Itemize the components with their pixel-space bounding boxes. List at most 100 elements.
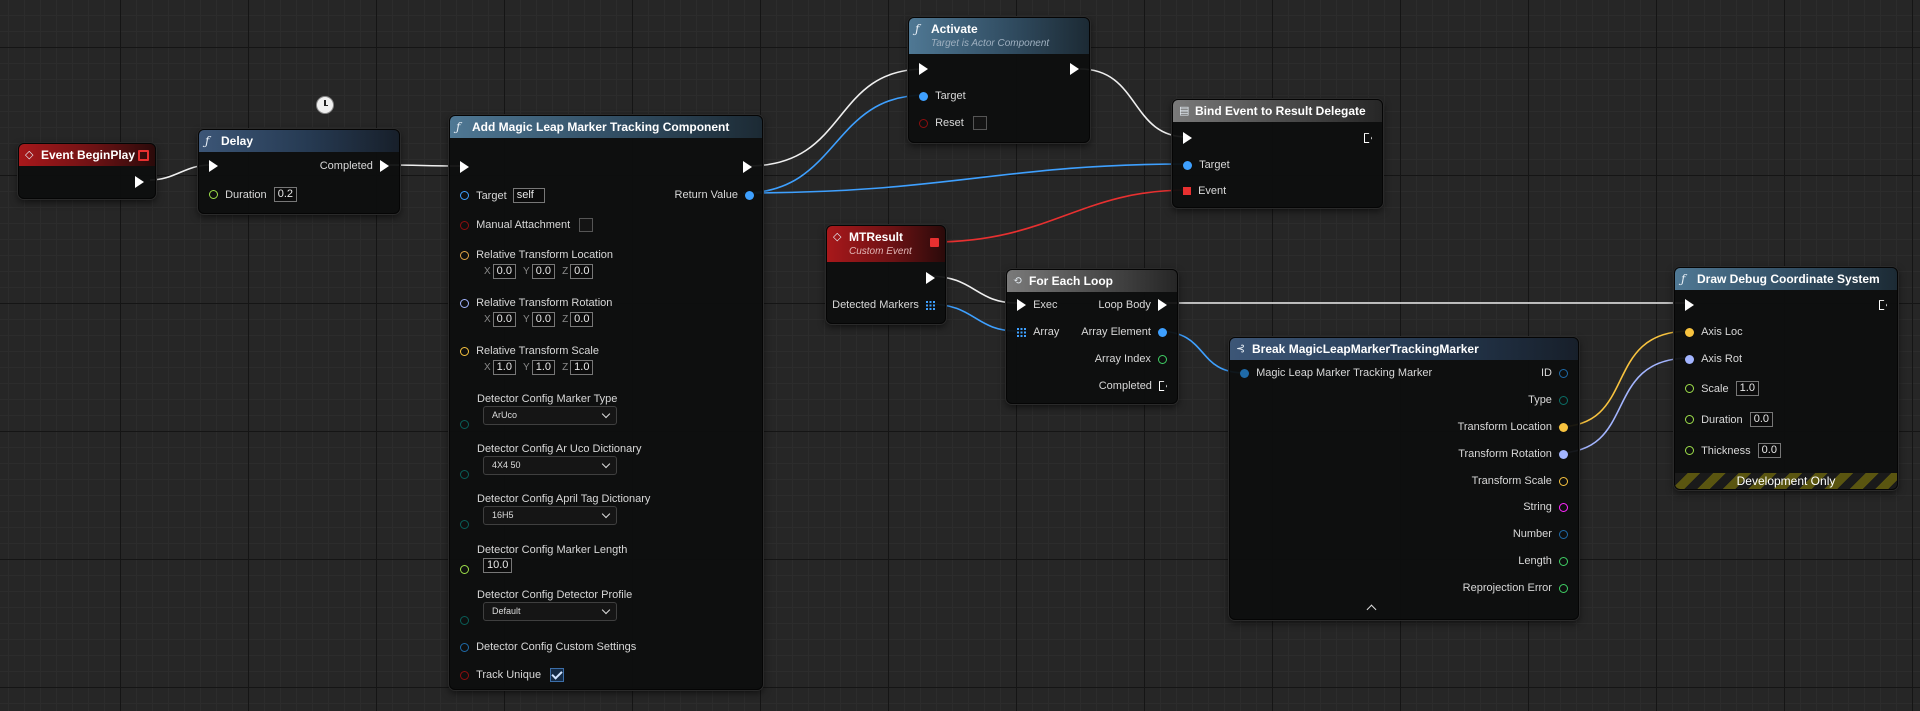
draw-scale-pin[interactable]: Scale 1.0 bbox=[1685, 381, 1759, 396]
delegate-pin-icon[interactable] bbox=[138, 150, 149, 161]
delay-duration-field[interactable]: 0.2 bbox=[273, 187, 297, 202]
break-marker-node[interactable]: ⊰ Break MagicLeapMarkerTrackingMarker Ma… bbox=[1229, 337, 1579, 620]
draw-debug-node[interactable]: ƒ Draw Debug Coordinate System Axis Loc … bbox=[1674, 267, 1898, 490]
return-value-pin[interactable]: Return Value bbox=[675, 188, 754, 202]
break-input-pin[interactable]: Magic Leap Marker Tracking Marker bbox=[1240, 366, 1432, 380]
collapse-chevron-icon[interactable] bbox=[1366, 604, 1377, 615]
rel-scale-pin-row[interactable]: Relative Transform Scale bbox=[460, 344, 599, 358]
loop-body-pin[interactable]: Loop Body bbox=[1098, 298, 1167, 312]
foreach-exec-in[interactable]: Exec bbox=[1017, 298, 1058, 312]
for-each-header[interactable]: ⟲ For Each Loop bbox=[1007, 270, 1177, 292]
activate-exec-out[interactable] bbox=[1070, 62, 1079, 76]
break-number-pin[interactable]: Number bbox=[1513, 527, 1568, 541]
delay-completed-pin[interactable]: Completed bbox=[320, 159, 389, 173]
mtresult-exec-out[interactable] bbox=[926, 271, 935, 285]
delegate-pin-icon[interactable] bbox=[930, 238, 939, 247]
axis-loc-pin[interactable]: Axis Loc bbox=[1685, 325, 1743, 339]
april-dict-dropdown[interactable]: 16H5 bbox=[483, 506, 617, 525]
bind-exec-in[interactable] bbox=[1183, 131, 1192, 145]
scale-y-field[interactable]: 1.0 bbox=[531, 360, 555, 375]
add-marker-tracking-node[interactable]: ƒ Add Magic Leap Marker Tracking Compone… bbox=[449, 115, 763, 690]
foreach-completed-label: Completed bbox=[1098, 380, 1152, 393]
scale-z-field[interactable]: 1.0 bbox=[570, 360, 594, 375]
bind-exec-out[interactable] bbox=[1364, 131, 1372, 145]
activate-header[interactable]: ƒ Activate Target is Actor Component bbox=[909, 18, 1089, 54]
bind-event-header[interactable]: ▤ Bind Event to Result Delegate bbox=[1173, 100, 1382, 122]
activate-reset-pin[interactable]: Reset bbox=[919, 116, 987, 131]
delay-exec-in[interactable] bbox=[209, 159, 218, 173]
wire-return-activate-target bbox=[742, 94, 926, 194]
delay-header[interactable]: ƒ Delay bbox=[199, 130, 399, 152]
x-label: X bbox=[484, 265, 491, 277]
break-reprojection-pin[interactable]: Reprojection Error bbox=[1463, 581, 1568, 595]
add-exec-out[interactable] bbox=[743, 160, 752, 174]
mtresult-header[interactable]: ◇ MTResult Custom Event bbox=[827, 226, 945, 262]
detected-markers-pin[interactable]: Detected Markers bbox=[832, 298, 935, 312]
add-component-header[interactable]: ƒ Add Magic Leap Marker Tracking Compone… bbox=[450, 116, 762, 138]
draw-exec-in[interactable] bbox=[1685, 298, 1694, 312]
marker-length-field[interactable]: 10.0 bbox=[483, 558, 513, 573]
exec-out-pin[interactable] bbox=[135, 175, 144, 189]
rel-rot-pin-row[interactable]: Relative Transform Rotation bbox=[460, 296, 612, 310]
break-location-pin[interactable]: Transform Location bbox=[1458, 420, 1568, 434]
break-string-pin[interactable]: String bbox=[1523, 500, 1568, 514]
event-beginplay-node[interactable]: ◇ Event BeginPlay bbox=[18, 143, 156, 199]
manual-attachment-checkbox[interactable] bbox=[579, 218, 594, 233]
activate-exec-in[interactable] bbox=[919, 62, 928, 76]
break-length-pin[interactable]: Length bbox=[1518, 554, 1568, 568]
break-type-pin[interactable]: Type bbox=[1528, 393, 1568, 407]
reset-checkbox[interactable] bbox=[972, 116, 987, 131]
rot-z-field[interactable]: 0.0 bbox=[570, 312, 594, 327]
marker-type-dropdown[interactable]: ArUco bbox=[483, 406, 617, 425]
target-self-field[interactable]: self bbox=[512, 188, 545, 203]
target-pin[interactable]: Target self bbox=[460, 188, 545, 203]
marker-type-pin-row[interactable] bbox=[460, 392, 469, 429]
bind-event-pin[interactable]: Event bbox=[1183, 184, 1226, 198]
loc-y-field[interactable]: 0.0 bbox=[531, 264, 555, 279]
bind-event-node[interactable]: ▤ Bind Event to Result Delegate Target E… bbox=[1172, 99, 1383, 208]
break-rotation-pin[interactable]: Transform Rotation bbox=[1458, 447, 1568, 461]
event-beginplay-header[interactable]: ◇ Event BeginPlay bbox=[19, 144, 155, 166]
foreach-completed-pin[interactable]: Completed bbox=[1099, 379, 1167, 393]
array-element-pin[interactable]: Array Element bbox=[1081, 325, 1167, 339]
rel-loc-pin-row[interactable]: Relative Transform Location bbox=[460, 248, 613, 262]
draw-thickness-pin[interactable]: Thickness 0.0 bbox=[1685, 443, 1781, 458]
exec-arrow-icon bbox=[135, 176, 144, 189]
track-unique-pin[interactable]: Track Unique bbox=[460, 668, 565, 683]
foreach-array-pin[interactable]: Array bbox=[1017, 325, 1059, 339]
mtresult-node[interactable]: ◇ MTResult Custom Event Detected Markers bbox=[826, 225, 946, 324]
rot-y-field[interactable]: 0.0 bbox=[531, 312, 555, 327]
custom-settings-pin[interactable]: Detector Config Custom Settings bbox=[460, 640, 636, 654]
aruco-dict-dropdown[interactable]: 4X4 50 bbox=[483, 456, 617, 475]
track-unique-checkbox[interactable] bbox=[550, 668, 565, 683]
delay-duration-pin[interactable]: Duration 0.2 bbox=[209, 187, 297, 202]
draw-exec-out[interactable] bbox=[1879, 298, 1887, 312]
break-output-label: Transform Scale bbox=[1471, 475, 1552, 488]
for-each-loop-node[interactable]: ⟲ For Each Loop Exec Loop Body Array Arr… bbox=[1006, 269, 1178, 404]
break-id-pin[interactable]: ID bbox=[1541, 366, 1568, 380]
aruco-dict-pin-row[interactable] bbox=[460, 442, 469, 479]
break-scale-pin[interactable]: Transform Scale bbox=[1472, 474, 1568, 488]
loc-z-field[interactable]: 0.0 bbox=[570, 264, 594, 279]
april-dict-pin-row[interactable] bbox=[460, 492, 469, 529]
activate-target-pin[interactable]: Target bbox=[919, 89, 966, 103]
loc-x-field[interactable]: 0.0 bbox=[492, 264, 516, 279]
activate-node[interactable]: ƒ Activate Target is Actor Component Tar… bbox=[908, 17, 1090, 143]
draw-duration-field[interactable]: 0.0 bbox=[1749, 412, 1773, 427]
marker-length-pin-row[interactable] bbox=[460, 543, 469, 574]
scale-x-field[interactable]: 1.0 bbox=[492, 360, 516, 375]
axis-rot-pin[interactable]: Axis Rot bbox=[1685, 352, 1742, 366]
rot-x-field[interactable]: 0.0 bbox=[492, 312, 516, 327]
manual-attachment-pin[interactable]: Manual Attachment bbox=[460, 218, 594, 233]
draw-scale-field[interactable]: 1.0 bbox=[1735, 381, 1759, 396]
draw-thickness-field[interactable]: 0.0 bbox=[1757, 443, 1781, 458]
profile-pin-row[interactable] bbox=[460, 588, 469, 625]
add-exec-in[interactable] bbox=[460, 160, 469, 174]
draw-debug-header[interactable]: ƒ Draw Debug Coordinate System bbox=[1675, 268, 1897, 290]
array-index-pin[interactable]: Array Index bbox=[1095, 352, 1167, 366]
delay-node[interactable]: ƒ Delay Completed Duration 0.2 bbox=[198, 129, 400, 214]
draw-duration-pin[interactable]: Duration 0.0 bbox=[1685, 412, 1773, 427]
bind-target-pin[interactable]: Target bbox=[1183, 158, 1230, 172]
break-marker-header[interactable]: ⊰ Break MagicLeapMarkerTrackingMarker bbox=[1230, 338, 1578, 360]
profile-dropdown[interactable]: Default bbox=[483, 602, 617, 621]
